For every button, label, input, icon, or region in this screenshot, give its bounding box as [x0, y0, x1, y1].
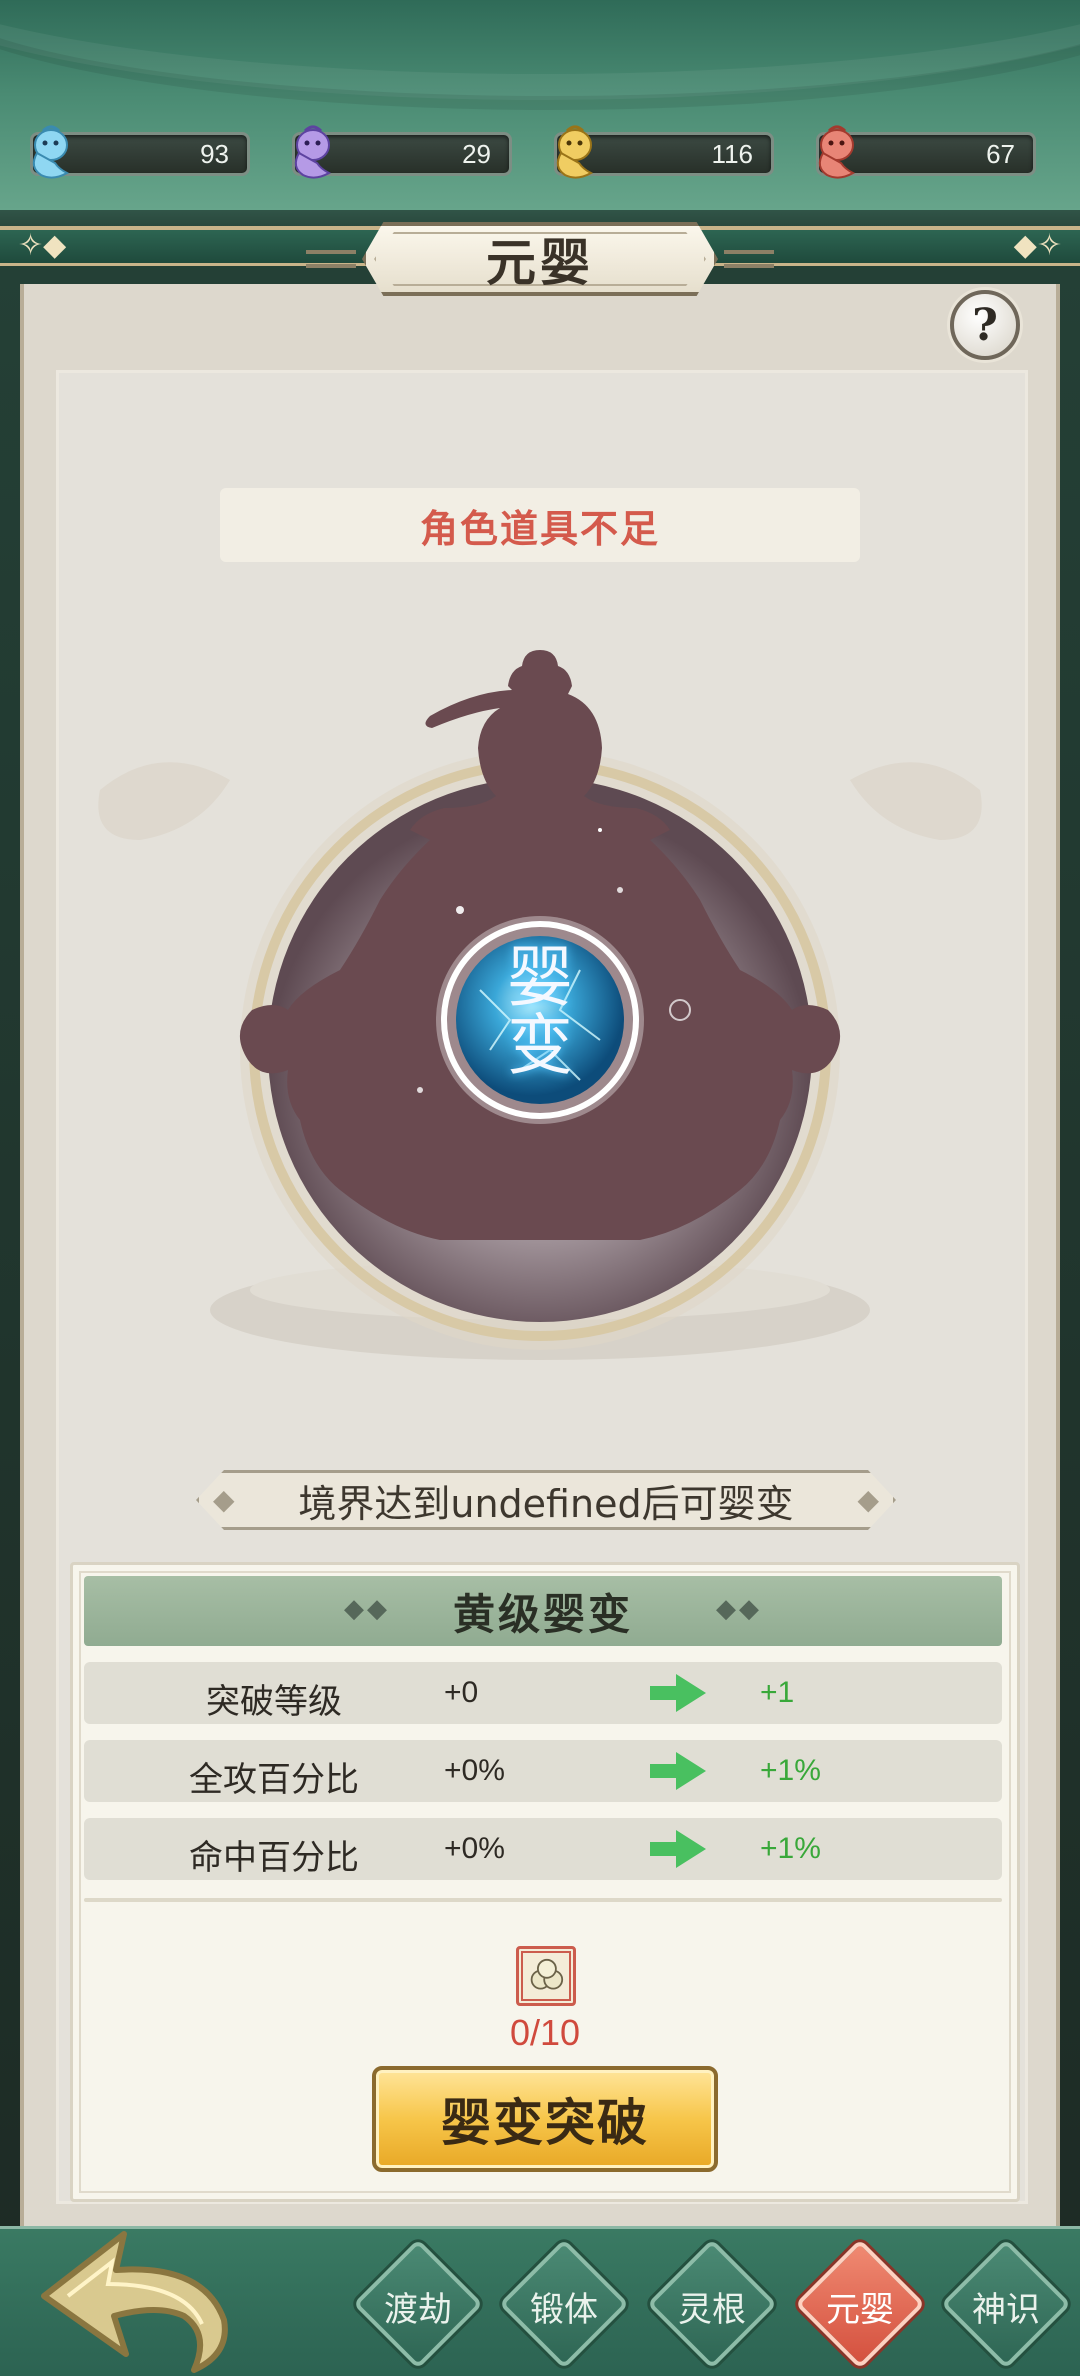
orb-label-top: 婴 [507, 939, 573, 1016]
frame-ornament-right-icon: ◆✧ [1013, 228, 1062, 263]
back-arrow-icon[interactable] [34, 2224, 244, 2374]
resource-red-value: 67 [986, 139, 1015, 169]
warning-banner: 角色道具不足 [220, 488, 860, 562]
stat-next-value: +1 [760, 1676, 795, 1709]
tab-yuanying[interactable]: 元婴 [794, 2238, 926, 2370]
tab-label: 灵根 [678, 2290, 746, 2330]
tab-label: 渡劫 [384, 2290, 452, 2330]
stat-row: 突破等级 +0 +1 [84, 1662, 1002, 1724]
red-spirit-icon [818, 125, 856, 179]
arrow-right-icon [650, 1752, 706, 1790]
help-button[interactable]: ? [950, 290, 1020, 360]
orb-label-bottom: 变 [507, 1007, 573, 1084]
stage-header: ◆◆ 黄级婴变 ◆◆ [84, 1576, 1002, 1646]
diamond-left-icon: ◆◆ [344, 1594, 390, 1624]
card-divider [84, 1898, 1002, 1902]
resource-gold-spirit[interactable]: 116 [554, 125, 774, 179]
resource-blue-value: 93 [200, 139, 229, 169]
stat-row: 命中百分比 +0% +1% [84, 1818, 1002, 1880]
material-count: 0/10 [509, 2012, 581, 2053]
purple-spirit-icon [294, 125, 332, 179]
stat-name: 命中百分比 [189, 1838, 359, 1878]
tab-dujie[interactable]: 渡劫 [352, 2238, 484, 2370]
title-ornament-right [724, 250, 774, 268]
pills-icon [530, 1958, 564, 1990]
stat-row: 全攻百分比 +0% +1% [84, 1740, 1002, 1802]
stat-current-value: +0% [444, 1832, 505, 1865]
tab-label: 锻体 [530, 2290, 598, 2330]
tab-linggen[interactable]: 灵根 [646, 2238, 778, 2370]
blue-spirit-icon [32, 125, 70, 179]
resource-gold-value: 116 [711, 139, 753, 169]
tab-label: 神识 [972, 2290, 1040, 2330]
stage-title: 黄级婴变 [452, 1589, 633, 1639]
title-ornament-left [306, 250, 356, 268]
realm-requirement: 境界达到undefined后可婴变 [196, 1470, 896, 1530]
frame-ornament-left-icon: ✧◆ [18, 228, 67, 263]
stat-name: 全攻百分比 [189, 1760, 359, 1800]
gold-spirit-icon [556, 125, 594, 179]
resource-blue-spirit[interactable]: 93 [30, 125, 250, 179]
resource-purple-value: 29 [462, 139, 491, 169]
stat-next-value: +1% [760, 1754, 821, 1787]
orb-label: 婴 变 [466, 944, 614, 1080]
tab-duanti[interactable]: 锻体 [498, 2238, 630, 2370]
tab-shenshi[interactable]: 神识 [940, 2238, 1072, 2370]
page-title: 元婴 [486, 233, 594, 292]
tab-label: 元婴 [826, 2290, 894, 2330]
arrow-right-icon [650, 1830, 706, 1868]
page-title-plate: 元婴 [362, 222, 718, 296]
stat-current-value: +0% [444, 1754, 505, 1787]
stat-name: 突破等级 [206, 1682, 342, 1722]
resource-bar: 93 29 116 67 [30, 125, 1050, 180]
arrow-right-icon [650, 1674, 706, 1712]
stat-next-value: +1% [760, 1832, 821, 1865]
resource-red-spirit[interactable]: 67 [816, 125, 1036, 179]
stat-current-value: +0 [444, 1676, 479, 1709]
breakthrough-button[interactable]: 婴变突破 [372, 2066, 718, 2172]
material-item-slot[interactable] [516, 1946, 576, 2006]
diamond-right-icon: ◆◆ [716, 1594, 762, 1624]
resource-purple-spirit[interactable]: 29 [292, 125, 512, 179]
